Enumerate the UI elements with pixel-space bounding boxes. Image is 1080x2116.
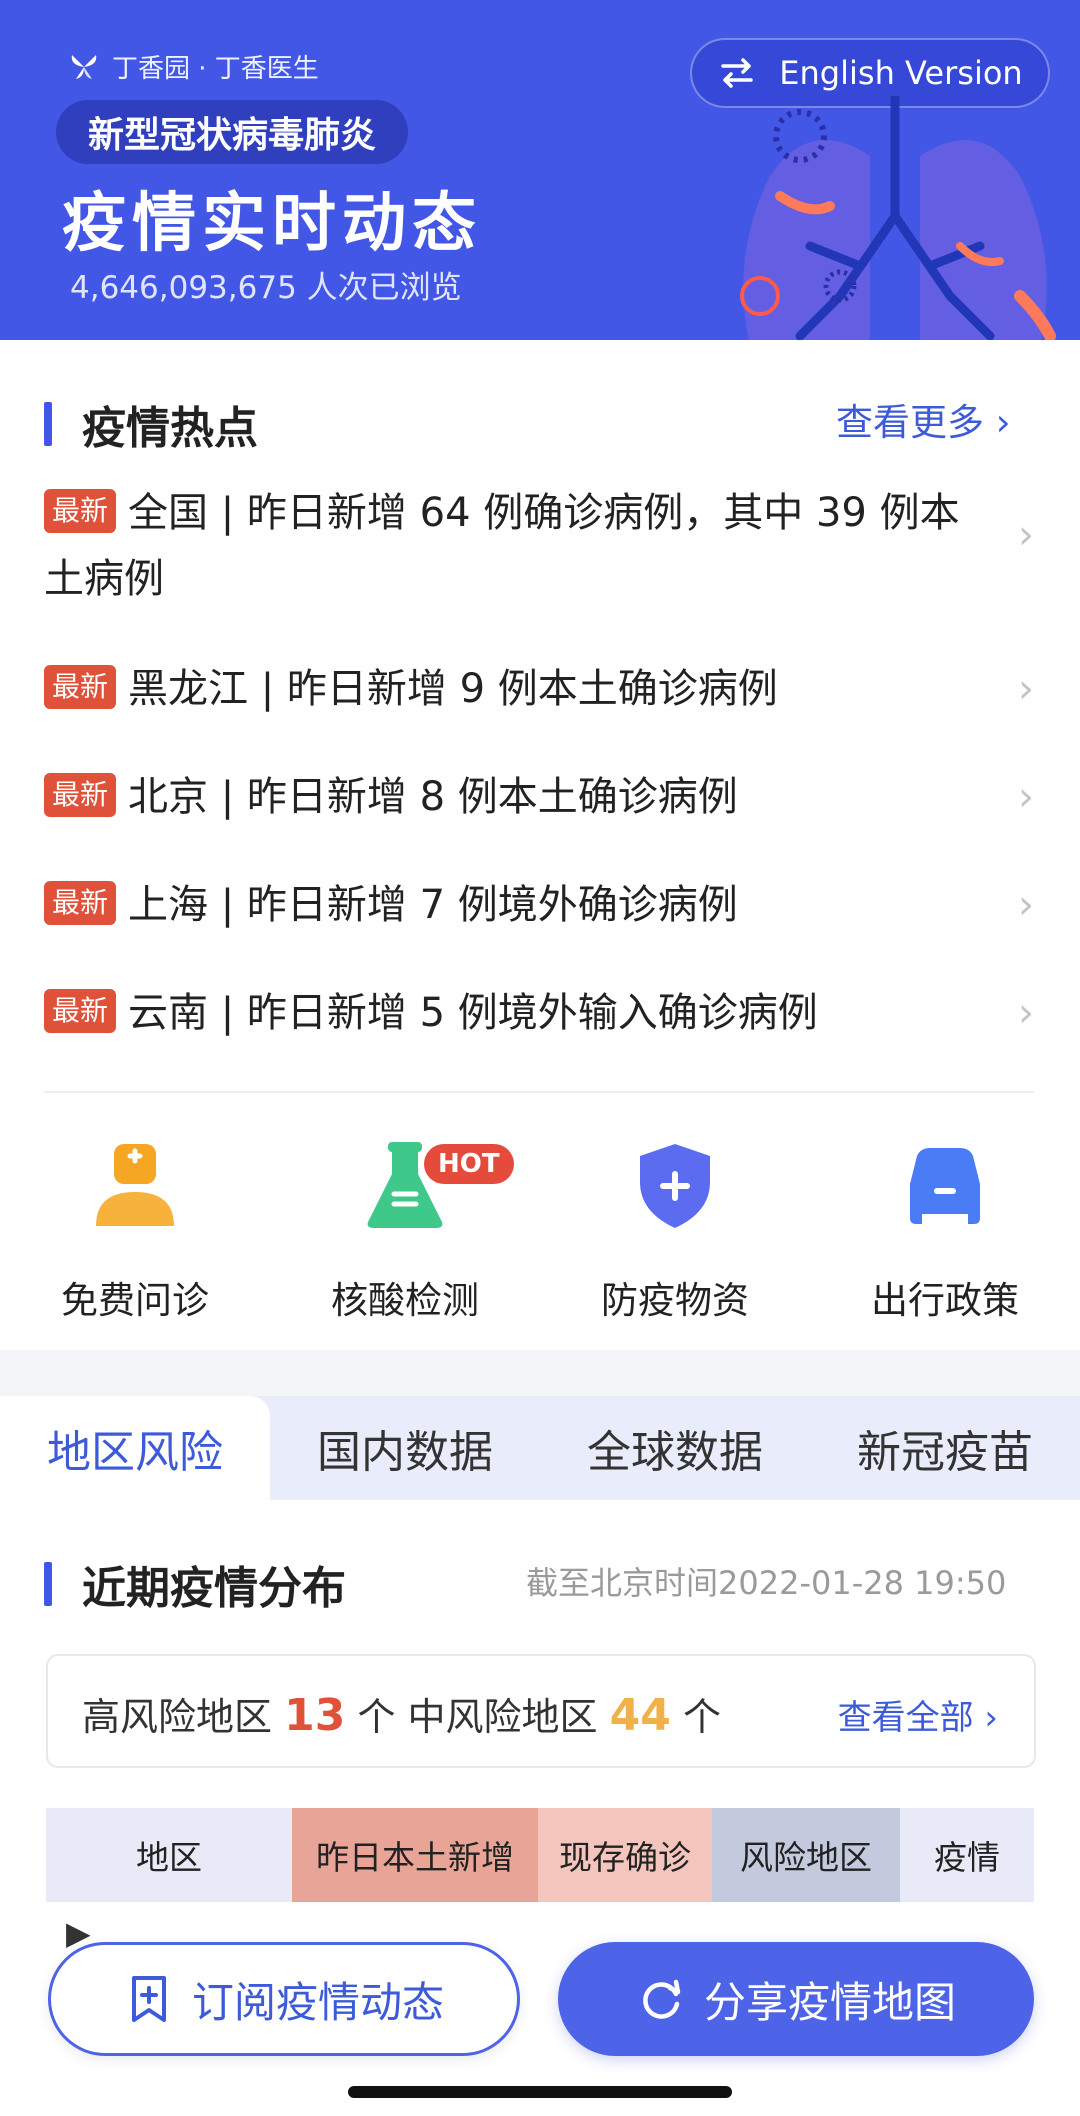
distribution-title: 近期疫情分布	[82, 1563, 346, 1614]
hot-badge: HOT	[424, 1144, 514, 1184]
table-header-epidemic: 疫情	[900, 1808, 1034, 1902]
lungs-illustration-icon	[740, 96, 1056, 340]
latest-tag: 最新	[44, 989, 117, 1033]
section-bar	[44, 402, 52, 446]
brand: 丁香园 · 丁香医生	[66, 48, 319, 85]
hot-topics-title: 疫情热点	[82, 403, 258, 454]
section-separator	[0, 1350, 1080, 1396]
news-item[interactable]: 最新 全国 | 昨日新增 64 例确诊病例，其中 39 例本土病例 ›	[44, 480, 1034, 612]
chevron-right-icon: ›	[1018, 882, 1034, 928]
divider	[44, 1091, 1034, 1093]
news-item[interactable]: 最新 上海 | 昨日新增 7 例境外确诊病例 ›	[44, 872, 1034, 938]
home-indicator	[348, 2086, 732, 2098]
table-header-local-new: 昨日本土新增	[292, 1808, 538, 1902]
swap-icon	[721, 58, 754, 88]
disease-pill: 新型冠状病毒肺炎	[56, 100, 409, 164]
chevron-right-icon: ›	[1018, 666, 1034, 712]
service-supplies[interactable]: 防疫物资	[560, 1140, 790, 1324]
bookmark-plus-icon	[131, 1976, 166, 2022]
brand-text: 丁香园 · 丁香医生	[112, 54, 319, 84]
tab-global-data[interactable]: 全球数据	[540, 1396, 810, 1500]
tab-vaccine[interactable]: 新冠疫苗	[810, 1396, 1080, 1500]
service-travel-policy[interactable]: 出行政策	[830, 1140, 1060, 1324]
news-item[interactable]: 最新 云南 | 昨日新增 5 例境外输入确诊病例 ›	[44, 980, 1034, 1046]
page-title: 疫情实时动态	[62, 187, 482, 261]
clove-logo-icon	[71, 54, 97, 79]
latest-tag: 最新	[44, 881, 117, 925]
subscribe-button[interactable]: 订阅疫情动态	[48, 1942, 520, 2056]
subscribe-label: 订阅疫情动态	[191, 1977, 444, 2027]
share-label: 分享疫情地图	[703, 1977, 956, 2027]
car-icon	[910, 1148, 980, 1224]
mid-risk-count: 44	[609, 1690, 671, 1741]
news-text: 全国 | 昨日新增 64 例确诊病例，其中 39 例本土病例	[44, 490, 960, 602]
chevron-right-icon: ›	[1018, 990, 1034, 1036]
high-risk-label: 高风险地区	[82, 1695, 273, 1739]
share-map-button[interactable]: 分享疫情地图	[558, 1942, 1034, 2056]
chevron-right-icon: ›	[1018, 512, 1034, 558]
risk-summary: 高风险地区 13 个 中风险地区 44 个	[82, 1686, 721, 1741]
see-more-label: 查看更多	[836, 401, 984, 444]
risk-summary-card: 高风险地区 13 个 中风险地区 44 个 查看全部 ›	[46, 1654, 1036, 1768]
unit-label: 个	[682, 1695, 721, 1739]
news-item[interactable]: 最新 黑龙江 | 昨日新增 9 例本土确诊病例 ›	[44, 656, 1034, 722]
latest-tag: 最新	[44, 489, 117, 533]
service-label: 核酸检测	[331, 1279, 479, 1322]
header-banner: 丁香园 · 丁香医生 English Version 新型冠状病毒肺炎 疫情实时…	[0, 0, 1080, 340]
news-item[interactable]: 最新 北京 | 昨日新增 8 例本土确诊病例 ›	[44, 764, 1034, 830]
tab-region-risk[interactable]: 地区风险	[0, 1396, 270, 1500]
service-label: 防疫物资	[601, 1279, 749, 1322]
chevron-right-icon: ›	[1018, 774, 1034, 820]
high-risk-count: 13	[284, 1690, 346, 1741]
section-bar	[44, 1562, 52, 1606]
english-version-label: English Version	[779, 54, 1023, 92]
latest-tag: 最新	[44, 665, 117, 709]
see-more-link[interactable]: 查看更多 ›	[836, 392, 1011, 446]
view-count: 4,646,093,675 人次已浏览	[70, 270, 462, 306]
table-header-risk-areas: 风险地区	[712, 1808, 900, 1902]
service-free-consultation[interactable]: 免费问诊	[20, 1140, 250, 1324]
news-text: 黑龙江 | 昨日新增 9 例本土确诊病例	[128, 666, 778, 712]
distribution-header: 近期疫情分布	[44, 1552, 346, 1616]
tab-domestic-data[interactable]: 国内数据	[270, 1396, 540, 1500]
chevron-right-icon: ›	[984, 1698, 998, 1738]
hot-topics-header: 疫情热点	[44, 392, 258, 456]
tab-bar: 地区风险 国内数据 全球数据 新冠疫苗	[0, 1396, 1080, 1500]
table-header-region: 地区	[46, 1808, 292, 1902]
service-label: 出行政策	[871, 1279, 1019, 1322]
doctor-icon	[96, 1144, 174, 1226]
news-text: 云南 | 昨日新增 5 例境外输入确诊病例	[128, 990, 818, 1036]
see-all-label: 查看全部	[837, 1698, 974, 1738]
see-all-link[interactable]: 查看全部 ›	[838, 1690, 998, 1739]
refresh-share-icon	[643, 1979, 681, 2019]
chevron-right-icon: ›	[995, 401, 1011, 444]
service-label: 免费问诊	[61, 1279, 209, 1322]
latest-tag: 最新	[44, 773, 117, 817]
update-timestamp: 截至北京时间2022-01-28 19:50	[526, 1564, 1007, 1602]
shield-plus-icon	[640, 1144, 710, 1228]
news-text: 上海 | 昨日新增 7 例境外确诊病例	[128, 882, 738, 928]
unit-label: 个	[357, 1695, 396, 1739]
mid-risk-label: 中风险地区	[407, 1695, 598, 1739]
table-header-current-confirmed: 现存确诊	[538, 1808, 712, 1902]
news-text: 北京 | 昨日新增 8 例本土确诊病例	[128, 774, 738, 820]
